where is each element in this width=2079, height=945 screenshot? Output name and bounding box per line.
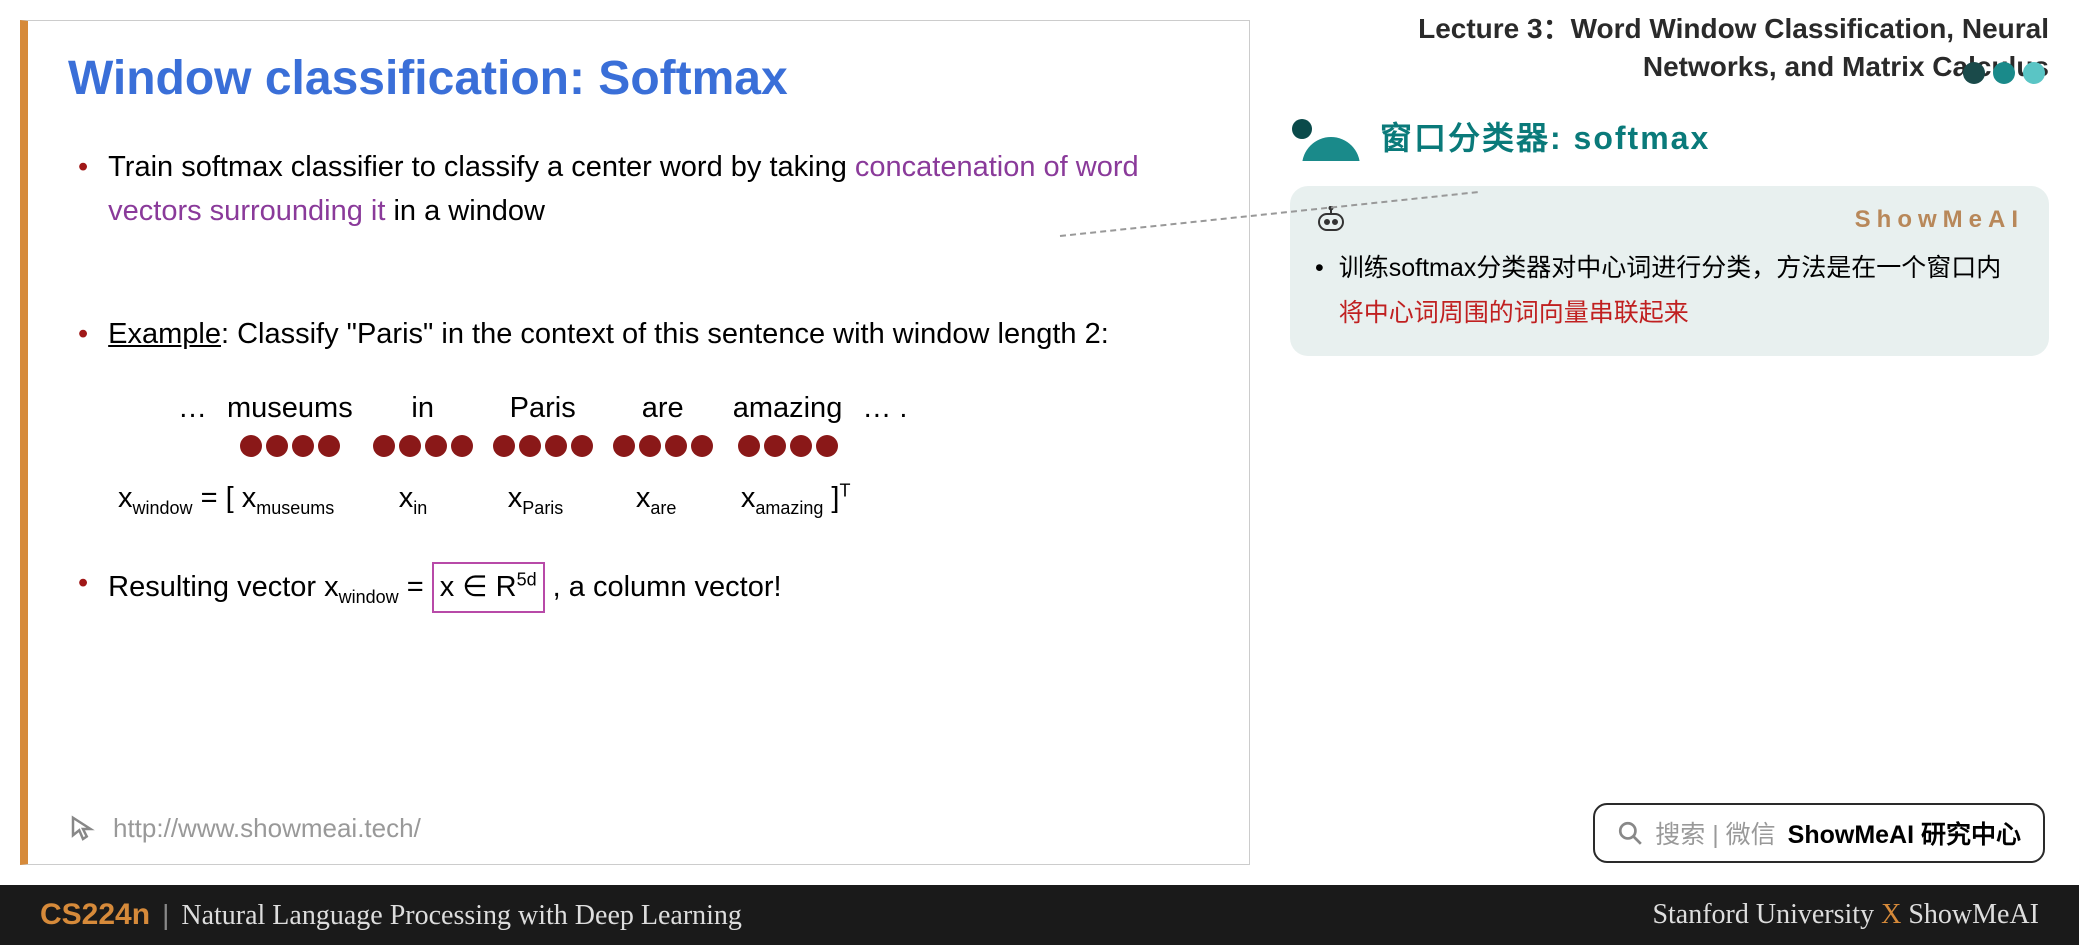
lecture-line-2: Networks, and Matrix Calculus — [1290, 48, 2049, 86]
lecture-line-1: Lecture 3：Word Window Classification, Ne… — [1290, 10, 2049, 48]
dot-icon — [1993, 62, 2015, 84]
note-header: ShowMeAI — [1315, 206, 2024, 234]
bullet-1: • Train softmax classifier to classify a… — [68, 146, 1209, 233]
footer-url[interactable]: http://www.showmeai.tech/ — [113, 813, 421, 844]
word-paris: Paris — [493, 387, 593, 458]
course-name: Natural Language Processing with Deep Le… — [181, 900, 742, 932]
ellipsis-left: … — [178, 387, 207, 436]
slide-footer: http://www.showmeai.tech/ — [68, 813, 421, 844]
example-sentence: … museums in Paris are — [168, 387, 1209, 458]
x-separator: X — [1881, 899, 1901, 930]
slide-panel: Window classification: Softmax • Train s… — [0, 0, 1270, 885]
bullet-2: • Example: Classify "Paris" in the conte… — [68, 313, 1209, 357]
ellipsis-right: … . — [862, 387, 907, 436]
main-container: Window classification: Softmax • Train s… — [0, 0, 2079, 885]
highlight-text: 将中心词周围的词向量串联起来 — [1339, 299, 1689, 327]
bullet-2-text: Example: Classify "Paris" in the context… — [108, 313, 1209, 357]
notes-panel: Lecture 3：Word Window Classification, Ne… — [1270, 0, 2079, 885]
dimension-box: x ∈ R5d — [432, 562, 545, 614]
word-amazing: amazing — [733, 387, 843, 458]
text: : Classify "Paris" in the context of thi… — [221, 318, 1109, 350]
course-code: CS224n — [40, 898, 150, 932]
cursor-icon — [68, 814, 98, 844]
bottom-right: Stanford University X ShowMeAI — [1652, 899, 2039, 931]
pipe: | — [162, 899, 169, 931]
lecture-header: Lecture 3：Word Window Classification, Ne… — [1290, 10, 2049, 86]
slide-title: Window classification: Softmax — [68, 51, 1209, 106]
vector-dots — [738, 435, 838, 457]
section-icon — [1290, 111, 1365, 161]
robot-icon — [1315, 206, 1347, 234]
word-are: are — [613, 387, 713, 458]
vector-dots — [240, 435, 340, 457]
bullet-dot: • — [78, 146, 88, 233]
word-museums: museums — [227, 387, 353, 458]
bullet-3-text: Resulting vector xwindow = x ∈ R5d , a c… — [108, 562, 1209, 614]
showmeai-label: ShowMeAI — [1855, 206, 2024, 234]
xwindow-formula: xwindow = [ xmuseums xin xParis xare xam… — [118, 477, 1209, 522]
slide-content: Window classification: Softmax • Train s… — [20, 20, 1250, 865]
bottom-left: CS224n | Natural Language Processing wit… — [40, 898, 742, 932]
search-box[interactable]: 搜索 | 微信 ShowMeAI 研究中心 — [1593, 803, 2045, 863]
word-in: in — [373, 387, 473, 458]
text: in a window — [385, 195, 545, 227]
example-label: Example — [108, 318, 221, 350]
vector-dots — [613, 435, 713, 457]
bottom-bar: CS224n | Natural Language Processing wit… — [0, 885, 2079, 945]
university: Stanford University — [1652, 899, 1881, 930]
note-bullet: • 训练softmax分类器对中心词进行分类，方法是在一个窗口内将中心词周围的词… — [1315, 246, 2024, 336]
dot-icon — [1963, 62, 1985, 84]
section-title: 窗口分类器: softmax — [1380, 113, 1710, 159]
note-box: ShowMeAI • 训练softmax分类器对中心词进行分类，方法是在一个窗口… — [1290, 186, 2049, 356]
search-bold: ShowMeAI 研究中心 — [1788, 815, 2021, 851]
note-text: 训练softmax分类器对中心词进行分类，方法是在一个窗口内将中心词周围的词向量… — [1339, 246, 2024, 336]
dot-icon — [2023, 62, 2045, 84]
vector-dots — [373, 435, 473, 457]
section-title-row: 窗口分类器: softmax — [1290, 111, 2049, 161]
brand: ShowMeAI — [1901, 899, 2039, 930]
bullet-dot: • — [1315, 246, 1324, 336]
vector-dots — [493, 435, 593, 457]
search-prefix: 搜索 | 微信 — [1655, 815, 1775, 851]
bullet-1-text: Train softmax classifier to classify a c… — [108, 146, 1209, 233]
bullet-dot: • — [78, 562, 88, 614]
search-icon — [1617, 820, 1643, 846]
bullet-3: • Resulting vector xwindow = x ∈ R5d , a… — [68, 562, 1209, 614]
slide-body: • Train softmax classifier to classify a… — [68, 146, 1209, 613]
bullet-dot: • — [78, 313, 88, 357]
header-dots — [1963, 62, 2045, 84]
text: Train softmax classifier to classify a c… — [108, 151, 855, 183]
